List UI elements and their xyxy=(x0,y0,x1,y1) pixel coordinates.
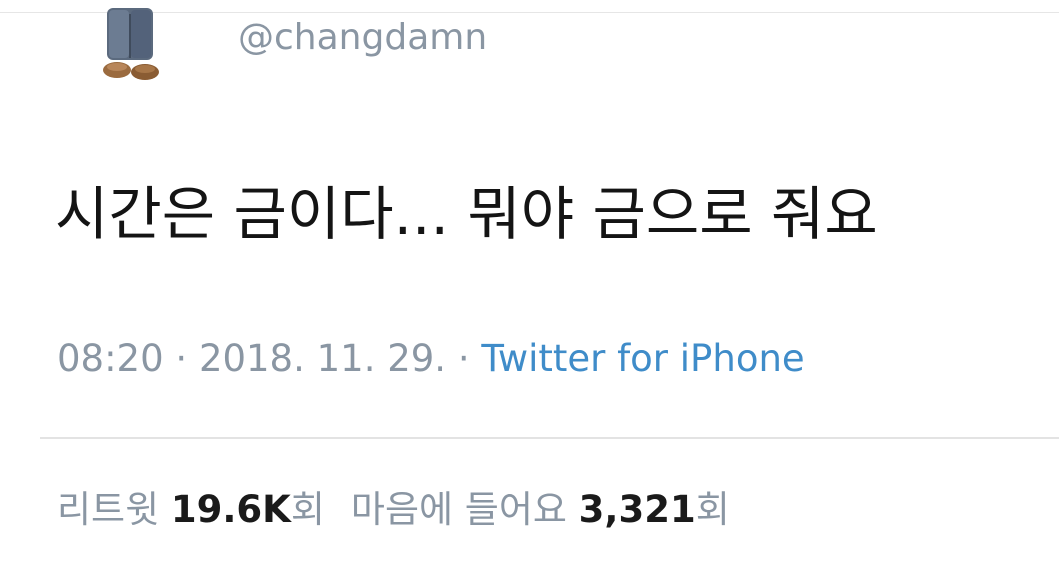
tweet-text: 시간은 금이다... 뭐야 금으로 줘요 xyxy=(55,180,878,248)
bear-avatar-icon xyxy=(103,8,159,80)
meta-separator: · xyxy=(163,337,199,380)
likes-stat[interactable]: 마음에 들어요 3,321회 xyxy=(351,488,730,531)
tweet-time: 08:20 xyxy=(57,337,164,380)
retweets-unit: 회 xyxy=(290,488,325,531)
likes-unit: 회 xyxy=(695,488,730,531)
tweet-source-link[interactable]: Twitter for iPhone xyxy=(481,337,804,380)
retweets-stat[interactable]: 리트윗 19.6K회 xyxy=(57,488,325,531)
tweet-meta: 08:20 · 2018. 11. 29. · Twitter for iPho… xyxy=(57,334,805,384)
tweet-stats: 리트윗 19.6K회 마음에 들어요 3,321회 xyxy=(57,485,730,535)
tweet-date: 2018. 11. 29. xyxy=(198,337,447,380)
stats-divider xyxy=(40,437,1059,439)
likes-count: 3,321 xyxy=(578,488,696,531)
tweet-card: @changdamn 시간은 금이다... 뭐야 금으로 줘요 08:20 · … xyxy=(0,0,1059,580)
retweets-label: 리트윗 xyxy=(57,488,171,531)
avatar[interactable] xyxy=(95,0,165,84)
retweets-count: 19.6K xyxy=(170,488,291,531)
likes-label: 마음에 들어요 xyxy=(350,488,579,531)
user-handle[interactable]: @changdamn xyxy=(238,14,487,62)
meta-separator: · xyxy=(446,337,482,380)
